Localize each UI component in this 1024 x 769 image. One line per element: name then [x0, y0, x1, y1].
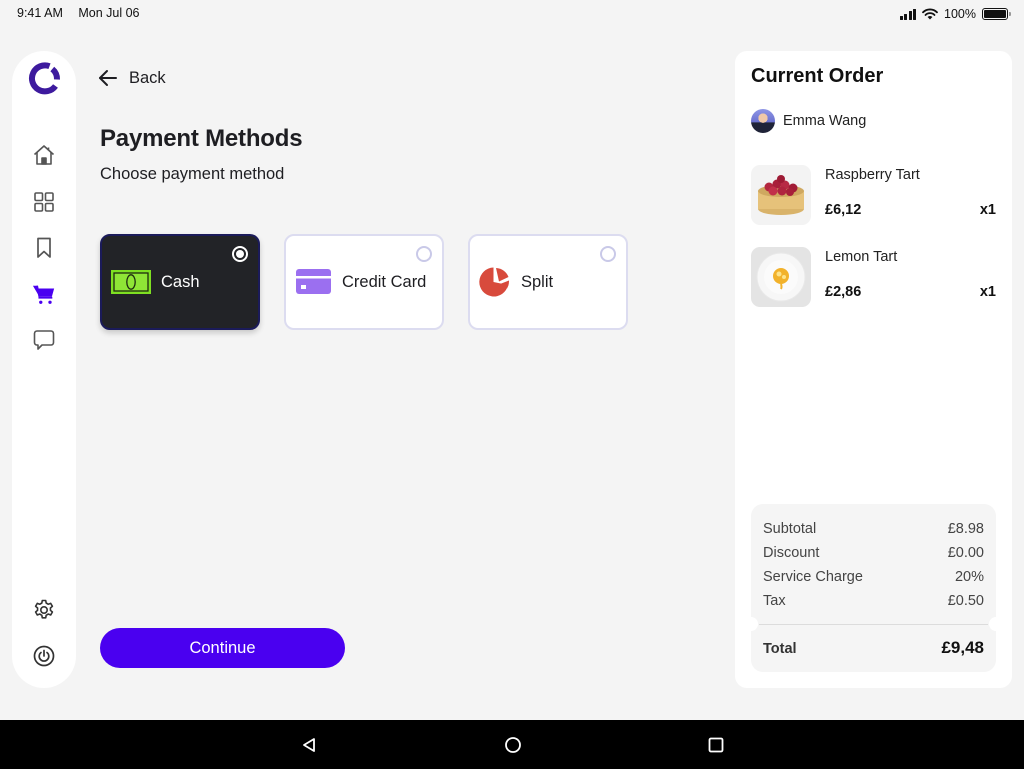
summary-label: Discount	[763, 545, 820, 561]
summary-label: Service Charge	[763, 569, 863, 585]
customer: Emma Wang	[751, 109, 866, 133]
radio-unselected[interactable]	[416, 246, 432, 262]
battery-icon	[982, 8, 1011, 20]
order-summary: Subtotal £8.98 Discount £0.00 Service Ch…	[744, 504, 1003, 672]
cellular-signal-icon	[899, 8, 917, 20]
back-button[interactable]: Back	[97, 67, 166, 89]
page-title: Payment Methods	[100, 125, 303, 152]
payment-method-label: Credit Card	[342, 272, 427, 291]
ticket-notch	[744, 617, 758, 631]
continue-button[interactable]: Continue	[100, 628, 345, 668]
summary-label: Subtotal	[763, 521, 817, 537]
customer-name: Emma Wang	[783, 113, 867, 129]
order-item[interactable]: Raspberry Tart £6,12 x1	[751, 165, 996, 225]
summary-row-tax: Tax £0.50	[763, 593, 984, 609]
raspberry-tart-image	[751, 165, 811, 225]
cash-icon	[111, 270, 151, 294]
item-quantity: x1	[979, 202, 996, 218]
sidebar-item-dashboard[interactable]	[32, 190, 56, 214]
summary-value: £0.50	[947, 593, 984, 609]
radio-selected[interactable]	[232, 246, 248, 262]
payment-method-split[interactable]: Split	[468, 234, 628, 330]
home-circle-icon	[505, 737, 521, 753]
item-quantity: x1	[979, 284, 996, 300]
summary-value: £0.00	[947, 545, 984, 561]
payment-method-cash[interactable]: Cash	[100, 234, 260, 330]
summary-label: Tax	[763, 593, 786, 609]
total-value: £9,48	[941, 638, 984, 657]
sidebar-item-settings[interactable]	[32, 598, 56, 622]
recents-square-icon	[708, 737, 724, 753]
nav-back-button[interactable]	[298, 734, 320, 756]
order-item[interactable]: Lemon Tart £2,86 x1	[751, 247, 996, 307]
home-icon	[33, 145, 55, 165]
power-icon	[33, 645, 55, 667]
summary-row-discount: Discount £0.00	[763, 545, 984, 561]
summary-value: 20%	[954, 569, 984, 585]
sidebar-item-saved[interactable]	[32, 236, 56, 260]
item-name: Lemon Tart	[825, 249, 898, 265]
status-bar: 9:41 AM Mon Jul 06 100%	[0, 0, 1024, 28]
brand-logo	[29, 62, 60, 95]
status-time: 9:41 AM	[17, 6, 63, 20]
ticket-notch	[989, 617, 1003, 631]
credit-card-icon	[296, 269, 331, 294]
radio-unselected[interactable]	[600, 246, 616, 262]
payment-method-label: Split	[521, 272, 554, 291]
chat-icon	[33, 330, 55, 350]
current-order-panel: Current Order Emma Wang Raspberry Tart £…	[735, 51, 1012, 688]
wifi-icon	[922, 8, 938, 20]
payment-method-label: Cash	[161, 272, 200, 291]
sidebar-item-messages[interactable]	[32, 328, 56, 352]
gear-icon	[34, 599, 54, 619]
item-price: £6,12	[825, 202, 862, 218]
back-label: Back	[129, 68, 166, 87]
summary-row-service-charge: Service Charge 20%	[763, 569, 984, 585]
sidebar-item-cart[interactable]	[32, 282, 56, 306]
battery-percent: 100%	[944, 7, 976, 21]
item-name: Raspberry Tart	[825, 167, 920, 183]
order-title: Current Order	[751, 65, 884, 87]
arrow-left-icon	[99, 70, 117, 86]
sidebar-item-home[interactable]	[32, 143, 56, 167]
sidebar-item-power[interactable]	[32, 644, 56, 668]
grid-icon	[34, 192, 54, 212]
system-nav-bar	[0, 720, 1024, 769]
avatar	[751, 109, 775, 133]
lemon-tart-image	[751, 247, 811, 307]
cart-icon	[32, 285, 55, 304]
nav-home-button[interactable]	[502, 734, 524, 756]
summary-row-total: Total £9,48	[763, 638, 984, 658]
payment-method-credit-card[interactable]: Credit Card	[284, 234, 444, 330]
sidebar	[12, 51, 76, 688]
back-triangle-icon	[303, 738, 315, 752]
summary-divider	[759, 624, 988, 625]
status-date: Mon Jul 06	[78, 6, 140, 20]
bookmark-icon	[37, 237, 51, 258]
summary-value: £8.98	[947, 521, 984, 537]
summary-row-subtotal: Subtotal £8.98	[763, 521, 984, 537]
item-price: £2,86	[825, 284, 862, 300]
page-subtitle: Choose payment method	[100, 165, 285, 183]
nav-recents-button[interactable]	[705, 734, 727, 756]
pie-chart-icon	[479, 267, 510, 297]
total-label: Total	[763, 641, 797, 657]
